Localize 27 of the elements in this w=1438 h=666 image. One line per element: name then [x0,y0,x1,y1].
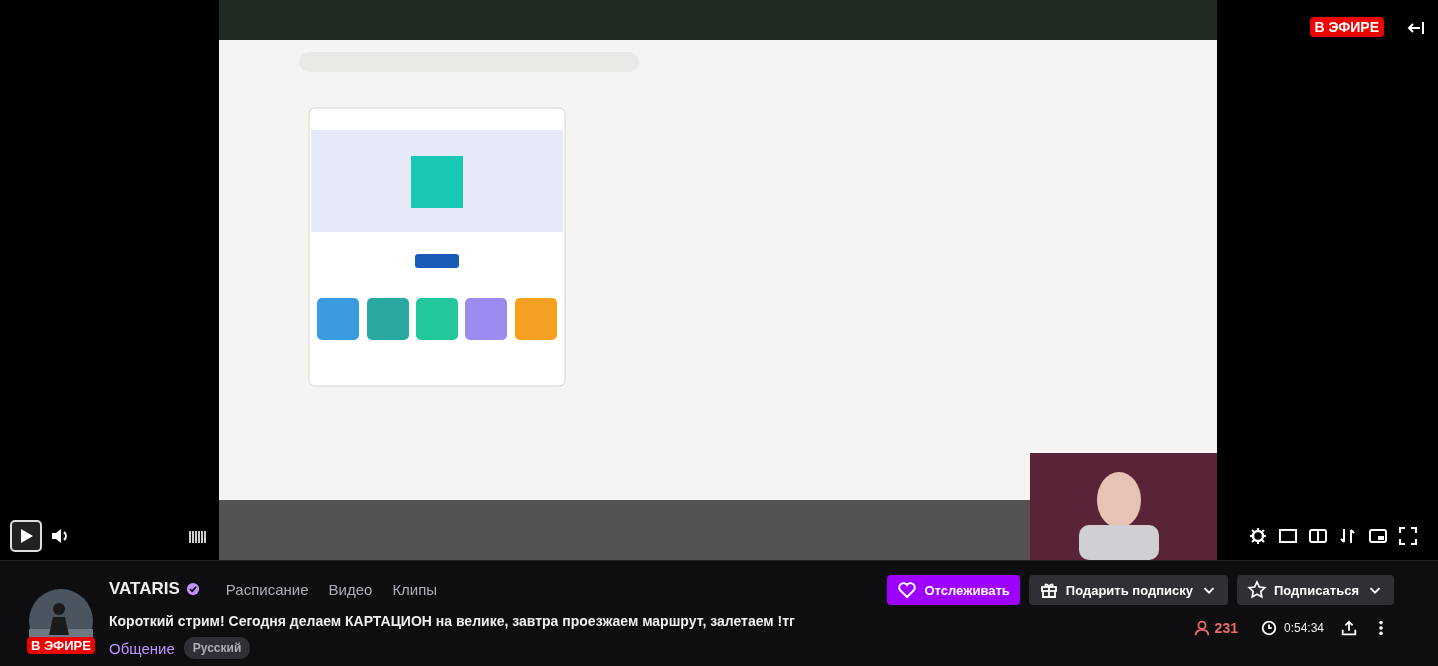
channel-nav-link[interactable]: Расписание [225,580,309,598]
settings-icon[interactable] [1248,526,1268,546]
live-badge: В ЭФИРЕ [27,637,95,654]
channel-name[interactable]: VATARIS [109,579,180,599]
viewers-icon [1192,619,1211,637]
theatre-mode-icon[interactable] [1278,526,1298,546]
subscribe-button[interactable]: Подписаться [1237,575,1394,605]
heart-icon [897,580,918,600]
live-badge: В ЭФИРЕ [1309,17,1384,37]
gift-subscription-button[interactable]: Подарить подписку [1028,575,1228,605]
picture-in-picture-icon[interactable] [1368,526,1388,546]
share-icon[interactable] [1340,619,1358,637]
tag[interactable]: Русский [183,637,251,659]
uptime: 0:54:34 [1283,621,1324,635]
audio-meter-icon [189,530,207,544]
channel-nav-link[interactable]: Видео [328,580,373,598]
follow-button[interactable]: Отслеживать [887,575,1020,605]
viewer-count: 231 [1214,620,1238,636]
play-button[interactable] [10,520,42,552]
star-icon [1247,580,1267,600]
fullscreen-icon[interactable] [1398,526,1418,546]
category-link[interactable]: Общение [109,639,175,657]
channel-nav-link[interactable]: Клипы [392,580,438,598]
split-view-icon[interactable] [1308,526,1328,546]
stream-title: Короткий стрим! Сегодня делаем КАРТАЦИОН на велике, завтра проезжаем маршрут, залетаем !тг [109,613,796,629]
clock-icon [1259,619,1278,637]
volume-icon[interactable] [50,526,70,546]
